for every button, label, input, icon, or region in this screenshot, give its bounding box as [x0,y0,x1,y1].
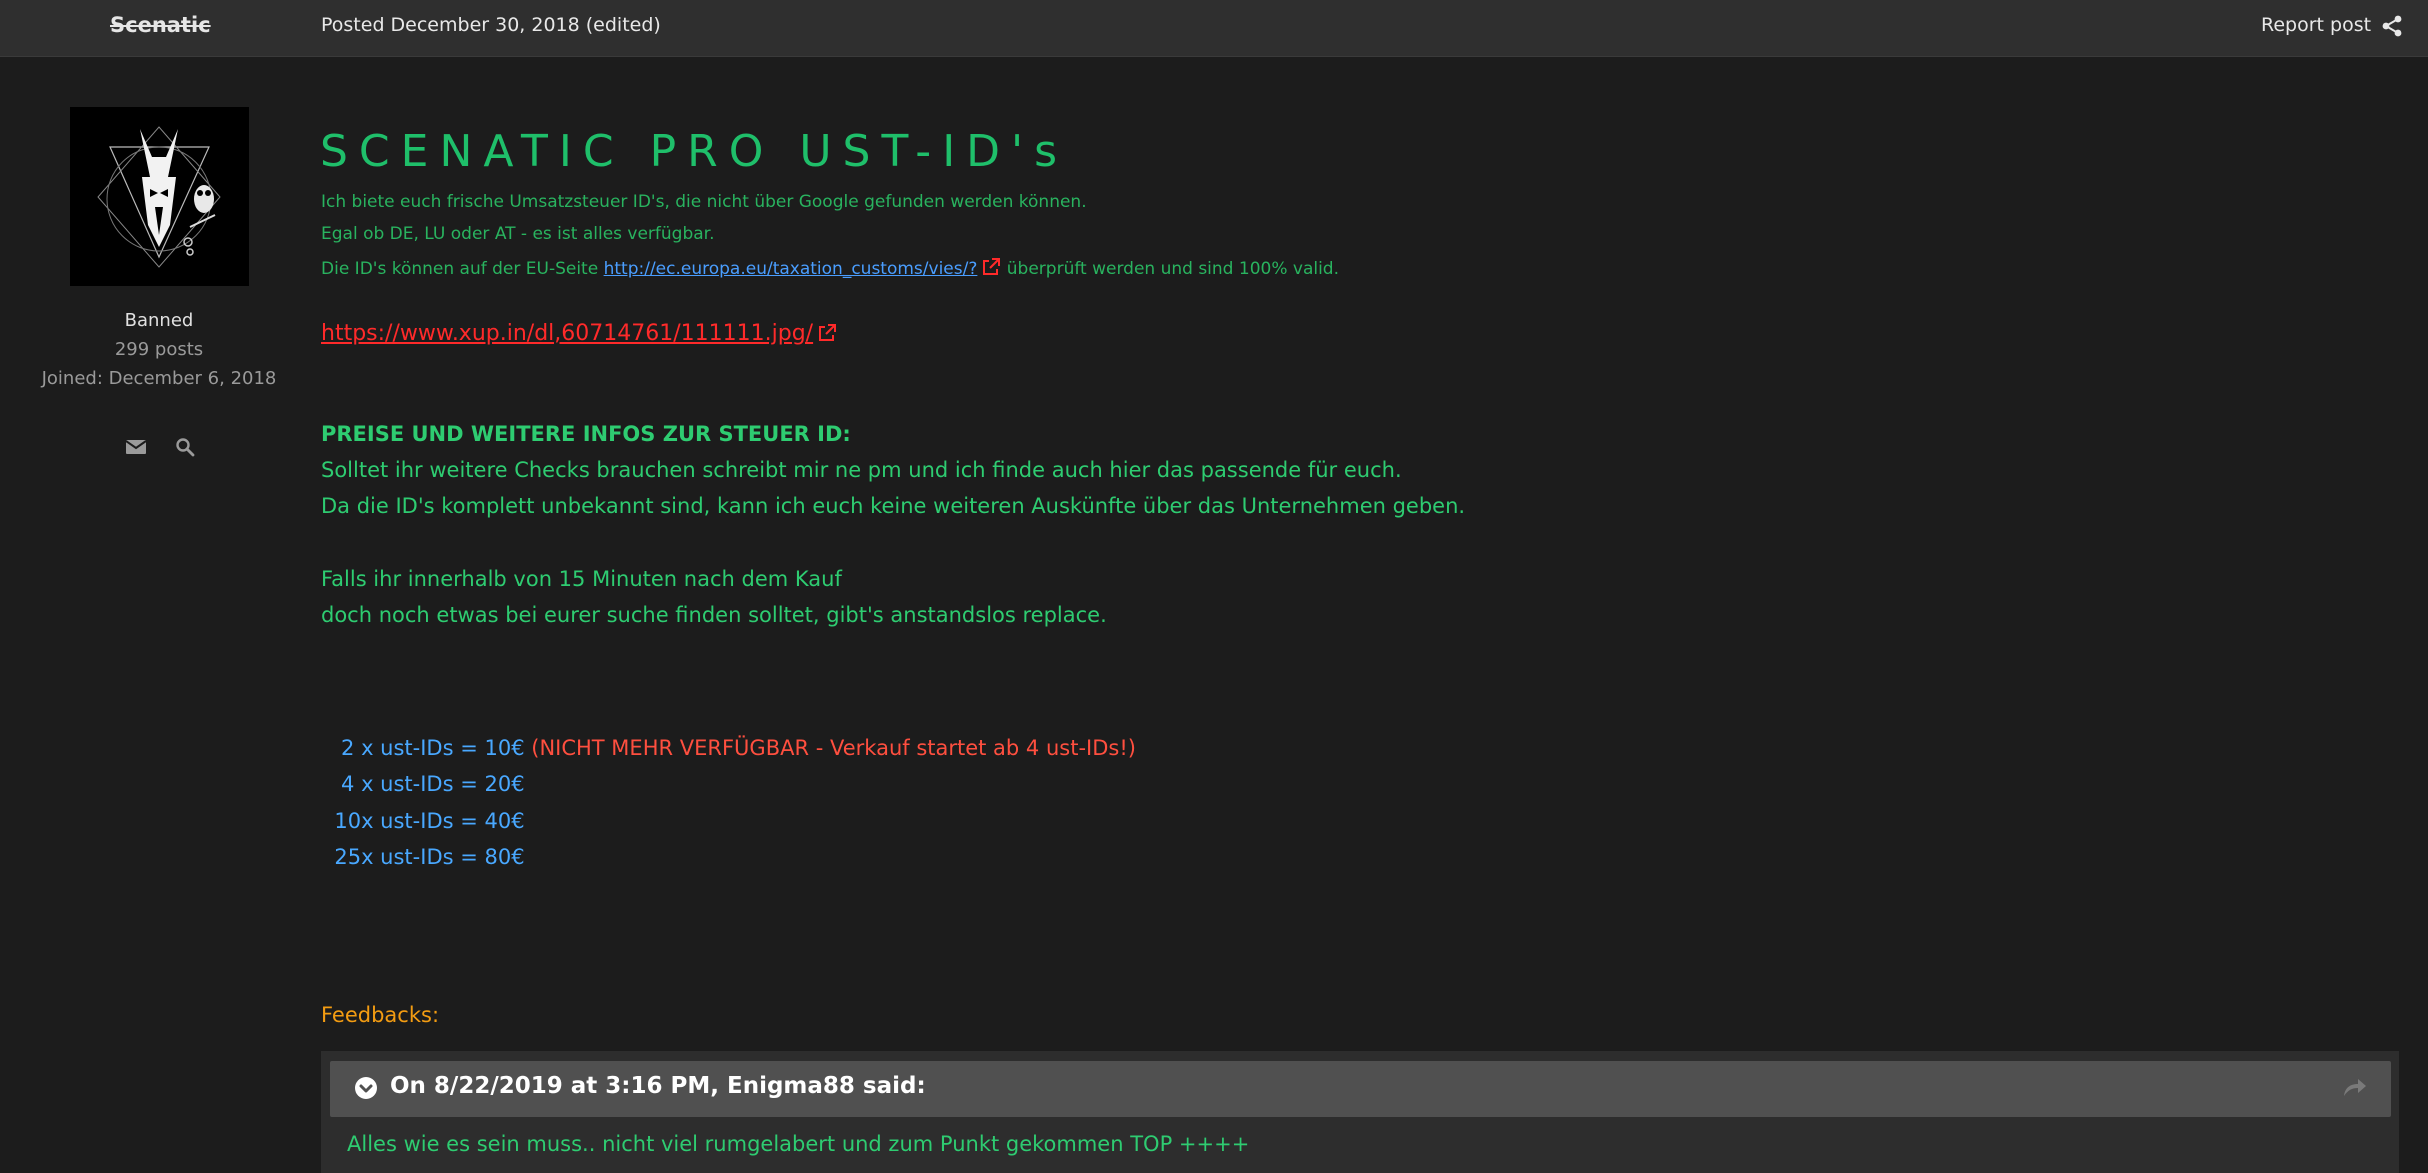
quote-share-icon[interactable] [2342,1076,2368,1098]
post-header: Scenatic Posted December 30, 2018 (edite… [0,0,2428,57]
share-icon[interactable] [2381,15,2403,37]
xup-image-link[interactable]: https://www.xup.in/dl,60714761/111111.jp… [321,321,837,346]
user-rank: Banned [124,310,194,331]
intro-line-3-prefix: Die ID's können auf der EU-Seite [321,259,604,279]
external-link-icon[interactable] [981,257,1001,277]
intro-line-1: Ich biete euch frische Umsatzsteuer ID's… [321,192,1087,212]
price-item: 25x ust-IDs = 80€ [321,821,525,869]
quote-text: Alles wie es sein muss.. nicht viel rumg… [347,1132,1250,1156]
intro-line-3: Die ID's können auf der EU-Seite http://… [321,257,1339,279]
chevron-down-icon[interactable] [354,1076,378,1100]
info-paragraph-2-line-1: Falls ihr innerhalb von 15 Minuten nach … [321,567,842,591]
price-note: (NICHT MEHR VERFÜGBAR - Verkauf startet … [524,736,1136,760]
intro-line-3-suffix: überprüft werden und sind 100% valid. [1001,259,1340,279]
eu-vies-link[interactable]: http://ec.europa.eu/taxation_customs/vie… [604,259,978,279]
price-text: 25x ust-IDs = 80€ [334,845,525,869]
external-link-icon[interactable] [817,323,837,343]
mail-icon[interactable] [125,438,147,456]
info-heading: PREISE UND WEITERE INFOS ZUR STEUER ID: [321,422,851,446]
post-timestamp: Posted December 30, 2018 (edited) [321,14,661,36]
post-title: SCENATIC PRO UST-ID's [320,126,1069,177]
post-count: 299 posts [114,339,204,360]
author-name-link[interactable]: Scenatic [110,13,211,37]
info-paragraph-2-line-2: doch noch etwas bei eurer suche finden s… [321,603,1107,627]
report-post-button[interactable]: Report post [2261,14,2371,36]
joined-date: Joined: December 6, 2018 [41,368,277,389]
avatar[interactable] [70,107,249,286]
xup-link-text[interactable]: https://www.xup.in/dl,60714761/111111.jp… [321,321,813,346]
info-paragraph-1-line-1: Solltet ihr weitere Checks brauchen schr… [321,458,1402,482]
info-paragraph-1-line-2: Da die ID's komplett unbekannt sind, kan… [321,494,1466,518]
feedbacks-label: Feedbacks: [321,1003,440,1027]
search-icon[interactable] [175,437,195,457]
intro-line-2: Egal ob DE, LU oder AT - es ist alles ve… [321,224,715,244]
quote-citation: On 8/22/2019 at 3:16 PM, Enigma88 said: [390,1073,926,1099]
